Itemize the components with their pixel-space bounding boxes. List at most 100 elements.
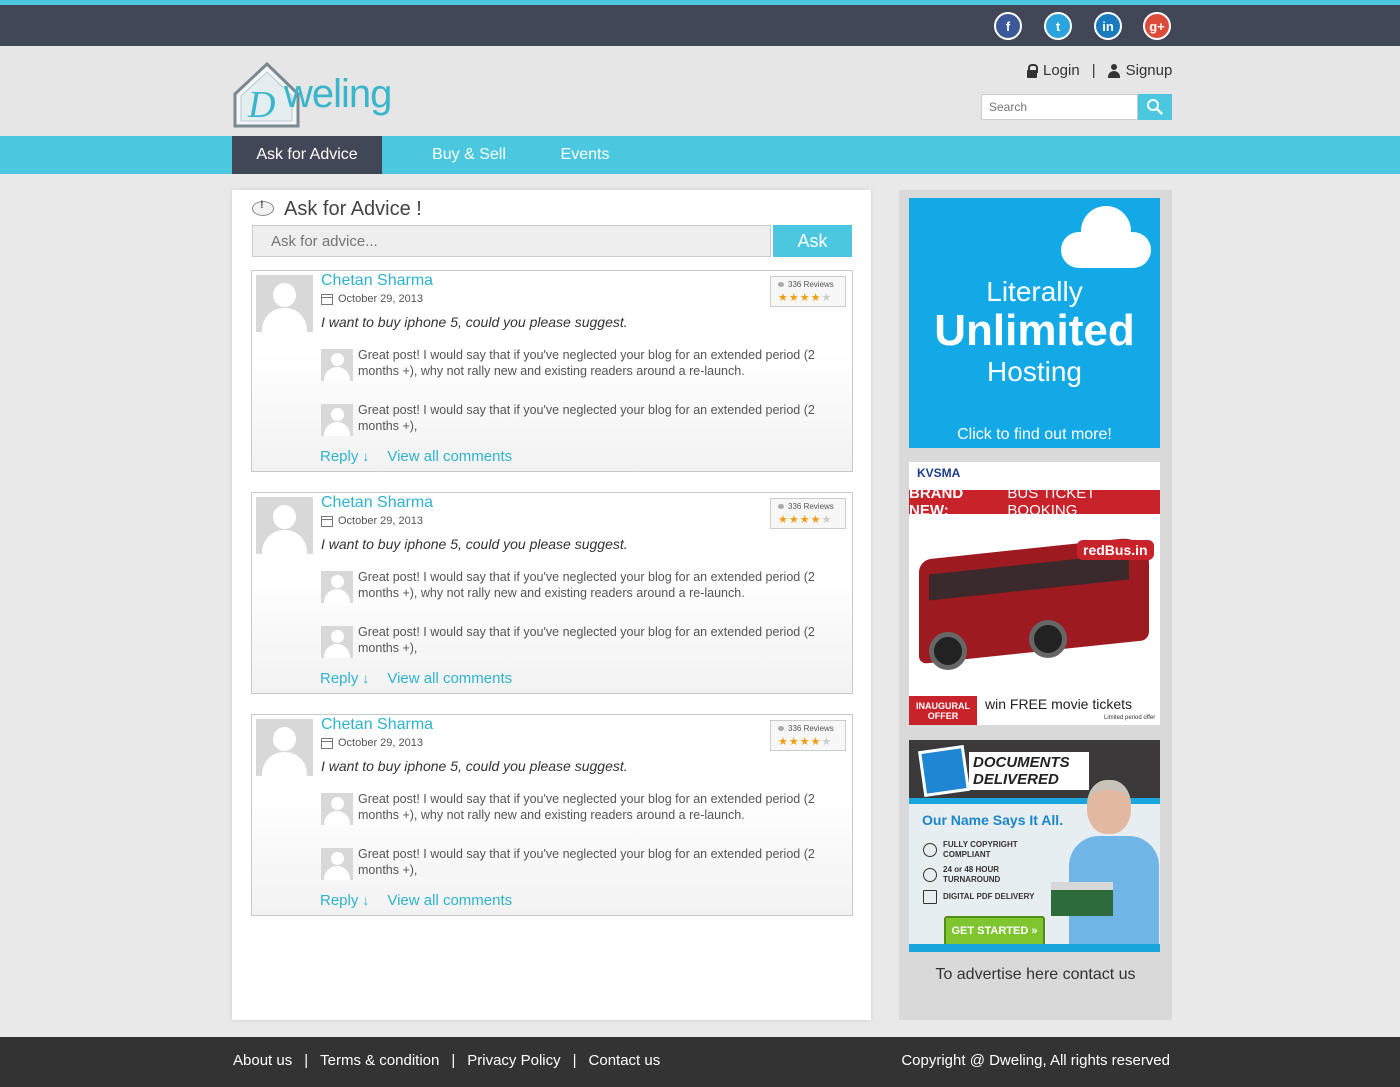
reply-label: Reply [320,448,359,465]
docs-ad-stripe [909,944,1160,952]
bus-ad-banner-text: BUS TICKET BOOKING [1007,485,1096,519]
ask-input[interactable] [252,225,771,257]
search-icon [1147,99,1163,115]
post-question: I want to buy iphone 5, could you please… [321,758,628,774]
comment-avatar[interactable] [321,793,353,825]
post-author[interactable]: Chetan Sharma [321,494,433,512]
comment-avatar[interactable] [321,404,353,436]
arrow-down-icon: ↓ [362,670,370,686]
hosting-ad[interactable]: Literally Unlimited Hosting Click to fin… [909,198,1160,448]
bus-ad-banner-bold: BRAND NEW: [909,485,964,519]
reply-link[interactable]: Reply ↓ [320,892,369,909]
redbus-logo: redBus.in [1077,540,1154,560]
star-icon: ★ [799,513,811,526]
avatar[interactable] [256,275,313,332]
nav-item-ask-for-advice[interactable]: Ask for Advice [232,136,382,174]
woman-photo [1069,780,1159,952]
post-actions: Reply ↓ View all comments [320,892,512,909]
documents-ad[interactable]: DOCUMENTS DELIVERED Our Name Says It All… [909,740,1160,952]
post-date: October 29, 2013 [321,515,423,527]
linkedin-icon[interactable]: in [1094,12,1122,40]
avatar[interactable] [256,719,313,776]
docs-feature: 24 or 48 HOUR TURNAROUND [923,865,1013,885]
star-empty-icon: ★ [821,291,833,304]
post-card: Chetan Sharma October 29, 2013 I want to… [251,270,853,472]
avatar[interactable] [256,497,313,554]
review-count-text: 336 Reviews [788,502,834,511]
ask-button[interactable]: Ask [773,225,852,257]
comment-avatar[interactable] [321,571,353,603]
comment-avatar[interactable] [321,626,353,658]
nav-item-events[interactable]: Events [540,136,630,174]
lock-icon [1026,63,1038,78]
search-input[interactable] [981,94,1138,120]
nav-item-buy-sell[interactable]: Buy & Sell [408,136,530,174]
arrow-down-icon: ↓ [362,448,370,464]
bus-wheel [929,632,967,670]
arrow-down-icon: ↓ [362,892,370,908]
comment-text: Great post! I would say that if you've n… [358,625,815,655]
post-date-text: October 29, 2013 [338,515,424,527]
search-button[interactable] [1138,94,1172,120]
post-card: Chetan Sharma October 29, 2013 I want to… [251,492,853,694]
page-title: Ask for Advice ! [284,198,422,220]
facebook-icon[interactable]: f [994,12,1022,40]
footer-separator: | [451,1052,456,1069]
comment-text: Great post! I would say that if you've n… [358,570,815,600]
main-nav: Ask for Advice Buy & Sell Events [0,136,1400,174]
calendar-icon [321,515,333,527]
reply-link[interactable]: Reply ↓ [320,670,369,687]
docs-feature-text: 24 or 48 HOUR TURNAROUND [943,865,1001,884]
site-logo[interactable]: D weling [232,60,412,130]
hosting-ad-line1: Literally [986,276,1083,307]
get-started-button[interactable]: GET STARTED » [944,916,1045,946]
advertise-contact[interactable]: To advertise here contact us [899,966,1172,984]
auth-links: Login | Signup [1026,62,1172,79]
footer-separator: | [304,1052,309,1069]
view-all-comments-link[interactable]: View all comments [387,670,512,687]
twitter-icon[interactable]: t [1044,12,1072,40]
review-bubble-icon [778,282,784,287]
footer-link-about[interactable]: About us [233,1052,292,1069]
star-icon: ★ [788,513,800,526]
post-actions: Reply ↓ View all comments [320,670,512,687]
footer-link-contact[interactable]: Contact us [589,1052,661,1069]
comment-avatar[interactable] [321,848,353,880]
login-link[interactable]: Login [1043,62,1080,79]
post-author[interactable]: Chetan Sharma [321,272,433,290]
review-count-text: 336 Reviews [788,280,834,289]
search-bar [981,94,1172,120]
review-count: 336 Reviews [778,502,834,511]
docs-feature: FULLY COPYRIGHT COMPLIANT [923,840,1023,860]
ask-form: Ask [252,225,852,257]
post-date-text: October 29, 2013 [338,737,424,749]
footer-separator: | [572,1052,577,1069]
post-author[interactable]: Chetan Sharma [321,716,433,734]
bus-ad-movie: win FREE movie tickets [985,696,1133,712]
comment-text: Great post! I would say that if you've n… [358,847,815,877]
reply-link[interactable]: Reply ↓ [320,448,369,465]
star-rating: ★★★★★ [778,291,832,304]
star-empty-icon: ★ [821,735,833,748]
star-icon: ★ [799,291,811,304]
footer-link-privacy[interactable]: Privacy Policy [467,1052,560,1069]
post-card: Chetan Sharma October 29, 2013 I want to… [251,714,853,916]
speech-bubble-icon [252,199,274,219]
bus-wheel [1029,620,1067,658]
bus-ad-inaugural: INAUGURAL OFFER [909,696,977,725]
docs-ad-tagline: Our Name Says It All. [922,812,1064,828]
star-empty-icon: ★ [821,513,833,526]
star-icon: ★ [788,291,800,304]
bus-ad-banner: BRAND NEW: BUS TICKET BOOKING [909,485,1160,519]
post-date-text: October 29, 2013 [338,293,424,305]
view-all-comments-link[interactable]: View all comments [387,892,512,909]
comment-avatar[interactable] [321,349,353,381]
view-all-comments-link[interactable]: View all comments [387,448,512,465]
star-icon: ★ [788,735,800,748]
footer-link-terms[interactable]: Terms & condition [320,1052,439,1069]
google-plus-icon[interactable]: g+ [1143,12,1171,40]
star-icon: ★ [778,513,789,526]
post-actions: Reply ↓ View all comments [320,448,512,465]
signup-link[interactable]: Signup [1126,62,1173,79]
bus-ad[interactable]: KVSMA BRAND NEW: BUS TICKET BOOKING redB… [909,462,1160,725]
